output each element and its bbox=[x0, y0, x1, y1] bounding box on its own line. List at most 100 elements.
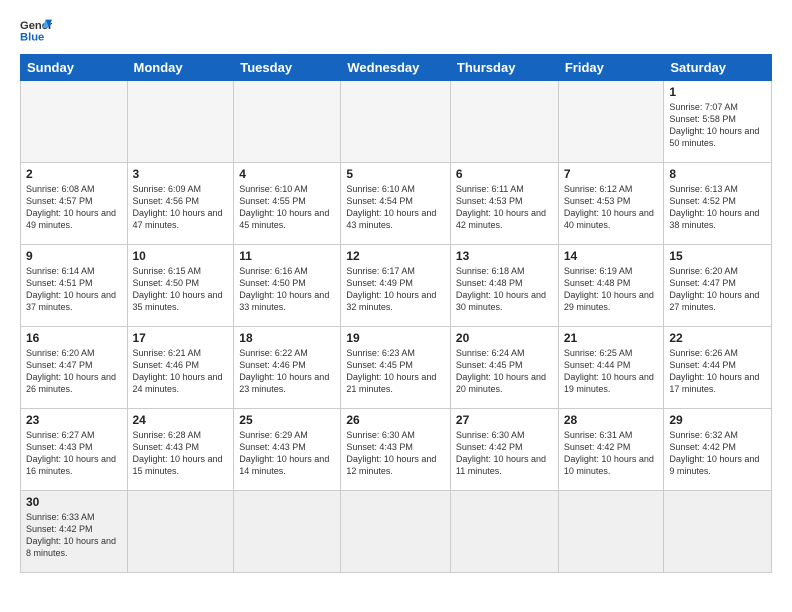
day-info: Sunrise: 6:26 AM Sunset: 4:44 PM Dayligh… bbox=[669, 347, 766, 396]
day-number: 6 bbox=[456, 167, 553, 181]
calendar-cell: 15Sunrise: 6:20 AM Sunset: 4:47 PM Dayli… bbox=[664, 245, 772, 327]
day-info: Sunrise: 6:33 AM Sunset: 4:42 PM Dayligh… bbox=[26, 511, 122, 560]
day-info: Sunrise: 6:25 AM Sunset: 4:44 PM Dayligh… bbox=[564, 347, 659, 396]
day-info: Sunrise: 6:31 AM Sunset: 4:42 PM Dayligh… bbox=[564, 429, 659, 478]
calendar-cell: 28 Sunrise: 6:31 AM Sunset: 4:42 PM Dayli… bbox=[558, 409, 664, 491]
col-header-wednesday: Wednesday bbox=[341, 55, 451, 81]
calendar-cell bbox=[21, 81, 128, 163]
day-number: 28 bbox=[564, 413, 659, 427]
calendar-cell: 7Sunrise: 6:12 AM Sunset: 4:53 PM Daylig… bbox=[558, 163, 664, 245]
calendar-cell: 30 Sunrise: 6:33 AM Sunset: 4:42 PM Dayli… bbox=[21, 491, 128, 573]
day-info: Sunrise: 6:22 AM Sunset: 4:46 PM Dayligh… bbox=[239, 347, 335, 396]
day-number: 9 bbox=[26, 249, 122, 263]
week-row-3: 9 Sunrise: 6:14 AM Sunset: 4:51 PM Daylig… bbox=[21, 245, 772, 327]
day-number: 3 bbox=[133, 167, 229, 181]
day-info: Sunrise: 6:17 AM Sunset: 4:49 PM Dayligh… bbox=[346, 265, 445, 314]
calendar-cell bbox=[450, 491, 558, 573]
day-info: Sunrise: 7:07 AM Sunset: 5:58 PM Dayligh… bbox=[669, 101, 766, 150]
calendar-cell bbox=[450, 81, 558, 163]
day-number: 12 bbox=[346, 249, 445, 263]
calendar-cell bbox=[341, 81, 451, 163]
calendar-cell: 12 Sunrise: 6:17 AM Sunset: 4:49 PM Dayli… bbox=[341, 245, 451, 327]
calendar-cell bbox=[234, 491, 341, 573]
day-number: 23 bbox=[26, 413, 122, 427]
day-info: Sunrise: 6:23 AM Sunset: 4:45 PM Dayligh… bbox=[346, 347, 445, 396]
day-number: 25 bbox=[239, 413, 335, 427]
calendar-cell: 9 Sunrise: 6:14 AM Sunset: 4:51 PM Daylig… bbox=[21, 245, 128, 327]
day-info: Sunrise: 6:09 AM Sunset: 4:56 PM Dayligh… bbox=[133, 183, 229, 232]
calendar-cell: 13 Sunrise: 6:18 AM Sunset: 4:48 PM Dayli… bbox=[450, 245, 558, 327]
day-number: 10 bbox=[133, 249, 229, 263]
week-row-5: 23 Sunrise: 6:27 AM Sunset: 4:43 PM Dayli… bbox=[21, 409, 772, 491]
day-number: 19 bbox=[346, 331, 445, 345]
week-row-2: 2 Sunrise: 6:08 AM Sunset: 4:57 PM Daylig… bbox=[21, 163, 772, 245]
day-info: Sunrise: 6:15 AM Sunset: 4:50 PM Dayligh… bbox=[133, 265, 229, 314]
day-number: 11 bbox=[239, 249, 335, 263]
calendar-cell bbox=[664, 491, 772, 573]
calendar-cell bbox=[558, 81, 664, 163]
calendar-cell bbox=[341, 491, 451, 573]
calendar-cell: 21Sunrise: 6:25 AM Sunset: 4:44 PM Dayli… bbox=[558, 327, 664, 409]
day-info: Sunrise: 6:14 AM Sunset: 4:51 PM Dayligh… bbox=[26, 265, 122, 314]
day-number: 18 bbox=[239, 331, 335, 345]
calendar-cell: 2 Sunrise: 6:08 AM Sunset: 4:57 PM Daylig… bbox=[21, 163, 128, 245]
calendar-cell: 3 Sunrise: 6:09 AM Sunset: 4:56 PM Daylig… bbox=[127, 163, 234, 245]
calendar-cell: 17 Sunrise: 6:21 AM Sunset: 4:46 PM Dayli… bbox=[127, 327, 234, 409]
calendar-cell: 10 Sunrise: 6:15 AM Sunset: 4:50 PM Dayli… bbox=[127, 245, 234, 327]
day-number: 20 bbox=[456, 331, 553, 345]
day-info: Sunrise: 6:27 AM Sunset: 4:43 PM Dayligh… bbox=[26, 429, 122, 478]
calendar-header-row: SundayMondayTuesdayWednesdayThursdayFrid… bbox=[21, 55, 772, 81]
day-number: 8 bbox=[669, 167, 766, 181]
calendar-cell: 29Sunrise: 6:32 AM Sunset: 4:42 PM Dayli… bbox=[664, 409, 772, 491]
calendar-cell: 22 Sunrise: 6:26 AM Sunset: 4:44 PM Dayli… bbox=[664, 327, 772, 409]
day-number: 14 bbox=[564, 249, 659, 263]
day-number: 5 bbox=[346, 167, 445, 181]
day-info: Sunrise: 6:16 AM Sunset: 4:50 PM Dayligh… bbox=[239, 265, 335, 314]
day-info: Sunrise: 6:21 AM Sunset: 4:46 PM Dayligh… bbox=[133, 347, 229, 396]
header: General Blue bbox=[20, 16, 772, 44]
logo-icon: General Blue bbox=[20, 16, 52, 44]
logo: General Blue bbox=[20, 16, 52, 44]
col-header-tuesday: Tuesday bbox=[234, 55, 341, 81]
col-header-sunday: Sunday bbox=[21, 55, 128, 81]
week-row-1: 1 Sunrise: 7:07 AM Sunset: 5:58 PM Daylig… bbox=[21, 81, 772, 163]
day-number: 22 bbox=[669, 331, 766, 345]
day-number: 29 bbox=[669, 413, 766, 427]
day-info: Sunrise: 6:30 AM Sunset: 4:43 PM Dayligh… bbox=[346, 429, 445, 478]
col-header-monday: Monday bbox=[127, 55, 234, 81]
day-info: Sunrise: 6:13 AM Sunset: 4:52 PM Dayligh… bbox=[669, 183, 766, 232]
day-number: 17 bbox=[133, 331, 229, 345]
day-info: Sunrise: 6:30 AM Sunset: 4:42 PM Dayligh… bbox=[456, 429, 553, 478]
day-info: Sunrise: 6:20 AM Sunset: 4:47 PM Dayligh… bbox=[669, 265, 766, 314]
day-number: 7 bbox=[564, 167, 659, 181]
calendar-cell bbox=[127, 491, 234, 573]
page: General Blue SundayMondayTuesdayWednesda… bbox=[0, 0, 792, 583]
calendar-cell: 5Sunrise: 6:10 AM Sunset: 4:54 PM Daylig… bbox=[341, 163, 451, 245]
calendar-cell bbox=[127, 81, 234, 163]
day-number: 30 bbox=[26, 495, 122, 509]
calendar-cell: 1 Sunrise: 7:07 AM Sunset: 5:58 PM Daylig… bbox=[664, 81, 772, 163]
day-info: Sunrise: 6:11 AM Sunset: 4:53 PM Dayligh… bbox=[456, 183, 553, 232]
calendar-cell: 8 Sunrise: 6:13 AM Sunset: 4:52 PM Daylig… bbox=[664, 163, 772, 245]
day-info: Sunrise: 6:18 AM Sunset: 4:48 PM Dayligh… bbox=[456, 265, 553, 314]
calendar-cell: 14 Sunrise: 6:19 AM Sunset: 4:48 PM Dayli… bbox=[558, 245, 664, 327]
day-number: 13 bbox=[456, 249, 553, 263]
day-info: Sunrise: 6:19 AM Sunset: 4:48 PM Dayligh… bbox=[564, 265, 659, 314]
week-row-4: 16Sunrise: 6:20 AM Sunset: 4:47 PM Dayli… bbox=[21, 327, 772, 409]
day-info: Sunrise: 6:24 AM Sunset: 4:45 PM Dayligh… bbox=[456, 347, 553, 396]
calendar-cell: 24Sunrise: 6:28 AM Sunset: 4:43 PM Dayli… bbox=[127, 409, 234, 491]
col-header-saturday: Saturday bbox=[664, 55, 772, 81]
day-number: 1 bbox=[669, 85, 766, 99]
calendar-table: SundayMondayTuesdayWednesdayThursdayFrid… bbox=[20, 54, 772, 573]
calendar-cell bbox=[234, 81, 341, 163]
day-info: Sunrise: 6:10 AM Sunset: 4:55 PM Dayligh… bbox=[239, 183, 335, 232]
day-number: 16 bbox=[26, 331, 122, 345]
svg-text:Blue: Blue bbox=[20, 31, 44, 43]
day-number: 26 bbox=[346, 413, 445, 427]
day-info: Sunrise: 6:28 AM Sunset: 4:43 PM Dayligh… bbox=[133, 429, 229, 478]
calendar-cell: 20 Sunrise: 6:24 AM Sunset: 4:45 PM Dayli… bbox=[450, 327, 558, 409]
calendar-cell: 11 Sunrise: 6:16 AM Sunset: 4:50 PM Dayli… bbox=[234, 245, 341, 327]
day-info: Sunrise: 6:08 AM Sunset: 4:57 PM Dayligh… bbox=[26, 183, 122, 232]
day-number: 2 bbox=[26, 167, 122, 181]
col-header-thursday: Thursday bbox=[450, 55, 558, 81]
